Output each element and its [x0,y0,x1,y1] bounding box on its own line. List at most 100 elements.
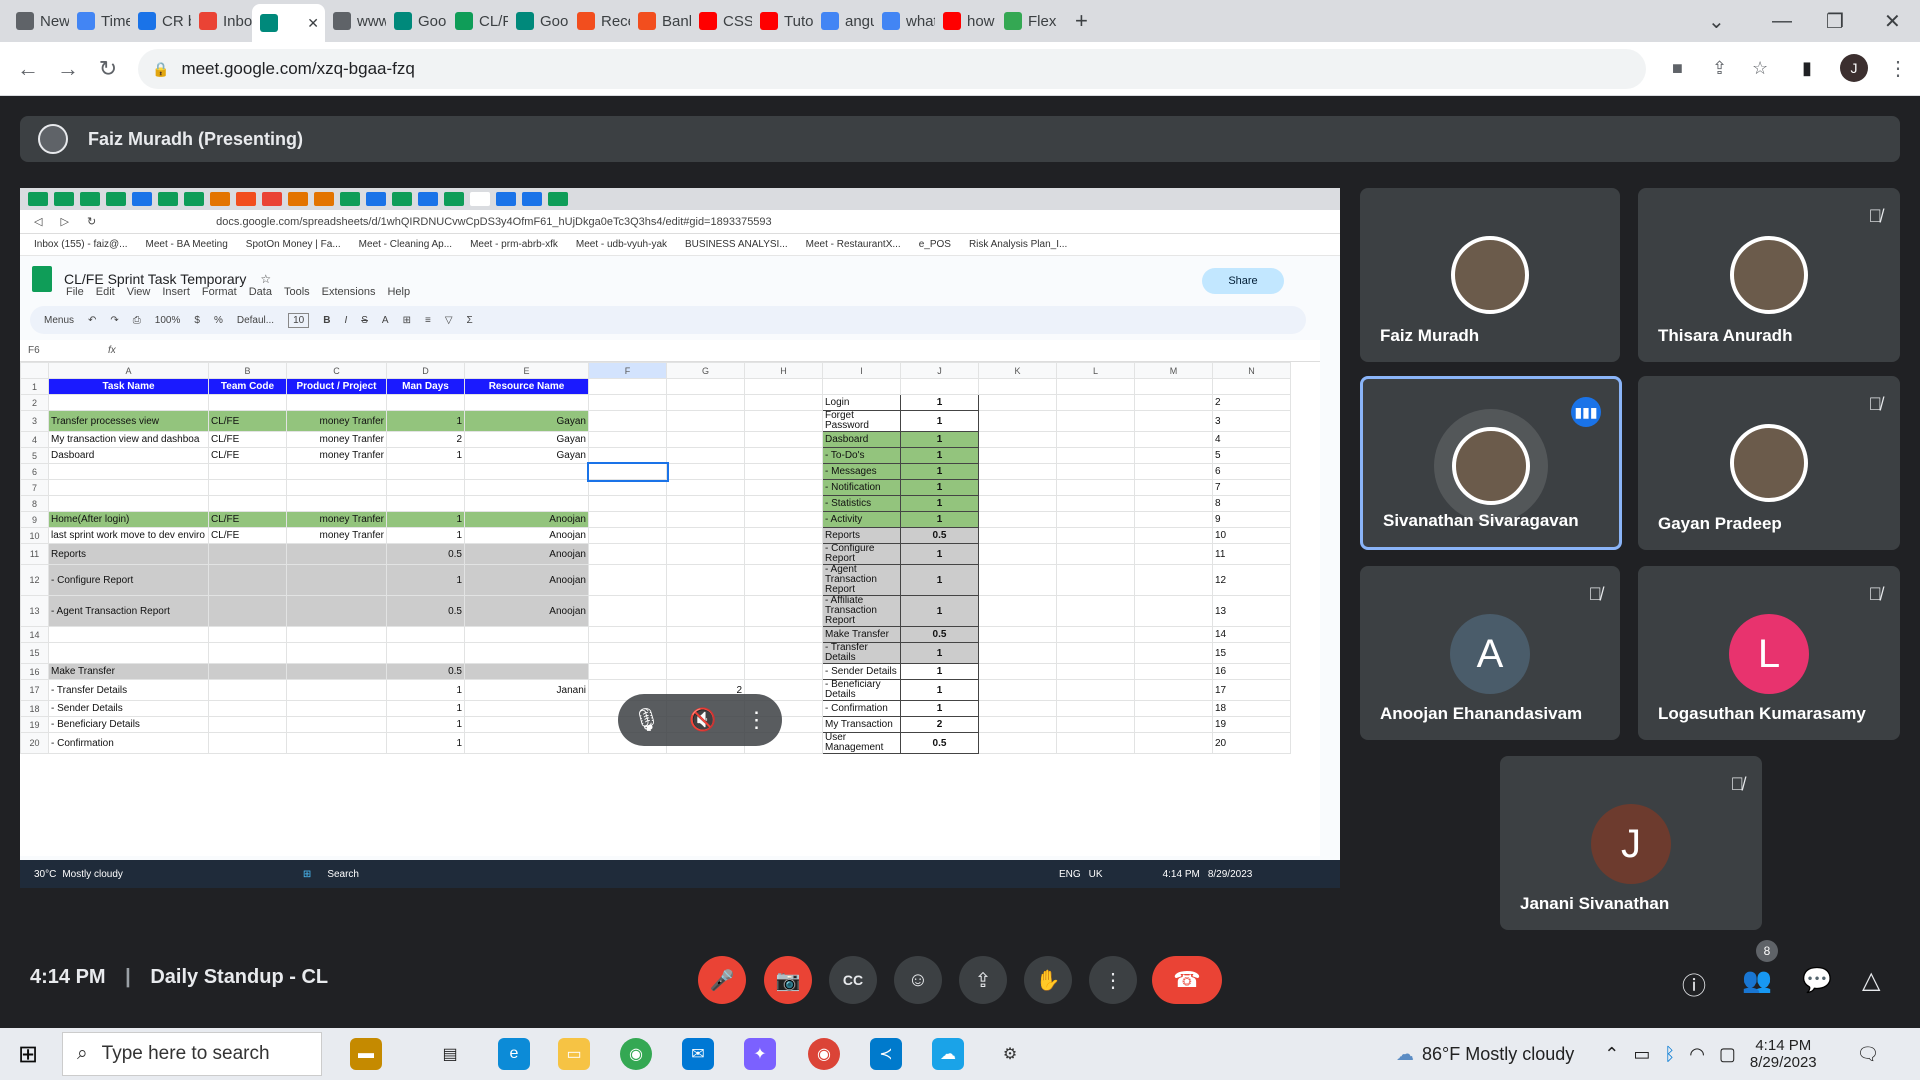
briefcase-icon[interactable]: ▬ [350,1038,382,1070]
profile-avatar[interactable]: J [1840,54,1868,82]
cloud-app-icon[interactable]: ☁ [932,1038,964,1070]
browser-tab[interactable]: ✕ [252,4,325,42]
cell-a: - Agent Transaction Report [48,595,209,627]
browser-menu-icon[interactable]: ⋮ [1888,56,1908,81]
cell-l [1056,642,1135,664]
display-icon[interactable]: ▢ [1719,1044,1736,1065]
browser-toolbar: ← → ↻ 🔒 meet.google.com/xzq-bgaa-fzq ■ ⇪… [0,42,1920,96]
browser-tab[interactable]: Googl [508,4,569,38]
tab-label: angul [845,12,874,30]
column-header: A [48,362,209,379]
bluetooth-icon[interactable]: ᛒ [1664,1044,1675,1065]
cell-d: 0.5 [386,543,465,565]
settings-icon[interactable]: ⚙ [994,1038,1026,1070]
camera-icon[interactable]: ■ [1672,58,1683,79]
chrome-profile-icon[interactable]: ◉ [808,1038,840,1070]
browser-tab[interactable]: Banko [630,4,691,38]
browser-tab[interactable]: New T [8,4,69,38]
sheets-menu-item: Insert [162,286,190,298]
battery-icon[interactable]: ▭ [1633,1044,1650,1065]
bookmark-star-icon[interactable]: ☆ [1752,58,1768,79]
participant-tile[interactable]: Faiz Muradh [1360,188,1620,362]
side-panel-icon[interactable]: ▮ [1802,58,1812,79]
browser-tab[interactable]: Recen [569,4,630,38]
windows-search-box[interactable]: ⌕ Type here to search [62,1032,322,1076]
new-tab-icon[interactable]: + [1075,8,1088,34]
tab-search-icon[interactable]: ⌄ [1708,0,1725,42]
file-explorer-icon[interactable]: ▭ [558,1038,590,1070]
browser-tab[interactable]: angul [813,4,874,38]
browser-tab[interactable]: how to [935,4,996,38]
mail-icon[interactable]: ✉ [682,1038,714,1070]
row-number: 6 [20,463,49,480]
browser-tab[interactable]: Time ( [69,4,130,38]
copilot-icon[interactable]: ✦ [744,1038,776,1070]
tray-clock[interactable]: 4:14 PM 8/29/2023 [1750,1037,1817,1071]
close-window-icon[interactable]: ✕ [1884,0,1901,42]
tile-hover-controls[interactable]: 🎙 🔇 ⋮ [618,694,782,746]
present-button[interactable]: ⇪ [959,956,1007,1004]
people-icon[interactable]: 👥 [1742,966,1772,995]
participant-tile[interactable]: J Janani Sivanathan 🎙̸ [1500,756,1762,930]
cell-a [48,463,209,480]
chrome-icon[interactable]: ◉ [620,1038,652,1070]
task-view-icon[interactable]: ▤ [434,1038,466,1070]
empty-cell [666,378,745,395]
browser-tab[interactable]: CR bo [130,4,191,38]
participant-tile[interactable]: Thisara Anuradh 🎙̸ [1638,188,1900,362]
participant-name: Thisara Anuradh [1658,326,1793,345]
reactions-button[interactable]: ☺ [894,956,942,1004]
camera-toggle-button[interactable]: 📷 [764,956,812,1004]
close-tab-icon[interactable]: ✕ [307,15,319,32]
participant-avatar: J [1591,804,1671,884]
browser-tab[interactable]: www.f [325,4,386,38]
maximize-icon[interactable]: ❐ [1826,0,1844,42]
currency-icon: $ [194,314,200,326]
cell-m [1134,479,1213,496]
tab-label: CSS C [723,12,752,30]
browser-tab[interactable]: CL/FE [447,4,508,38]
participant-tile[interactable]: Gayan Pradeep 🎙̸ [1638,376,1900,550]
activities-icon[interactable]: △ [1862,966,1880,995]
participant-tile[interactable]: Sivanathan Sivaragavan ▮▮▮ [1360,376,1622,550]
mic-toggle-button[interactable]: 🎤 [698,956,746,1004]
mic-off-icon[interactable]: 🎙 [632,707,660,733]
notifications-icon[interactable]: 🗨 [1857,1044,1880,1065]
browser-tab[interactable]: Flexbo [996,4,1057,38]
share-icon[interactable]: ⇪ [1712,58,1727,79]
browser-tab[interactable]: what i [874,4,935,38]
chat-icon[interactable]: 💬 [1802,966,1832,995]
forward-icon[interactable]: → [48,56,88,82]
cell-g [666,431,745,448]
leave-call-button[interactable]: ☎ [1152,956,1222,1004]
tray-chevron-icon[interactable]: ⌃ [1604,1044,1619,1065]
reload-icon[interactable]: ↻ [88,56,128,82]
wifi-icon[interactable]: ◠ [1689,1044,1705,1065]
participant-tile[interactable]: L Logasuthan Kumarasamy 🎙̸ [1638,566,1900,740]
back-icon[interactable]: ← [8,56,48,82]
participant-tile[interactable]: A Anoojan Ehanandasivam 🎙̸ [1360,566,1620,740]
cell-a: My transaction view and dashboa [48,431,209,448]
row-number: 13 [20,595,49,627]
meeting-details-icon[interactable]: ⓘ [1682,966,1706,1001]
cell-m [1134,700,1213,717]
speaking-indicator-icon: ▮▮▮ [1571,397,1601,427]
browser-tab[interactable]: CSS C [691,4,752,38]
address-bar[interactable]: 🔒 meet.google.com/xzq-bgaa-fzq [138,49,1646,89]
raise-hand-button[interactable]: ✋ [1024,956,1072,1004]
vscode-icon[interactable]: ≺ [870,1038,902,1070]
windows-start-icon[interactable]: ⊞ [18,1040,38,1069]
cell-f [588,626,667,643]
browser-tab[interactable]: Googl [386,4,447,38]
browser-tab[interactable]: Tutor [752,4,813,38]
minimize-icon[interactable]: — [1772,0,1792,42]
more-options-button[interactable]: ⋮ [1089,956,1137,1004]
browser-tab[interactable]: Inbox [191,4,252,38]
speaker-off-icon[interactable]: 🔇 [689,707,716,733]
cell-i: - Transfer Details [822,642,901,664]
captions-button[interactable]: CC [829,956,877,1004]
edge-icon[interactable]: e [498,1038,530,1070]
more-options-icon[interactable]: ⋮ [746,707,768,733]
sheets-toolbar: Menus ↶ ↷ ⎙ 100% $ % Defaul... 10 B I S … [30,306,1306,334]
sheets-menu-item: Format [201,286,237,298]
